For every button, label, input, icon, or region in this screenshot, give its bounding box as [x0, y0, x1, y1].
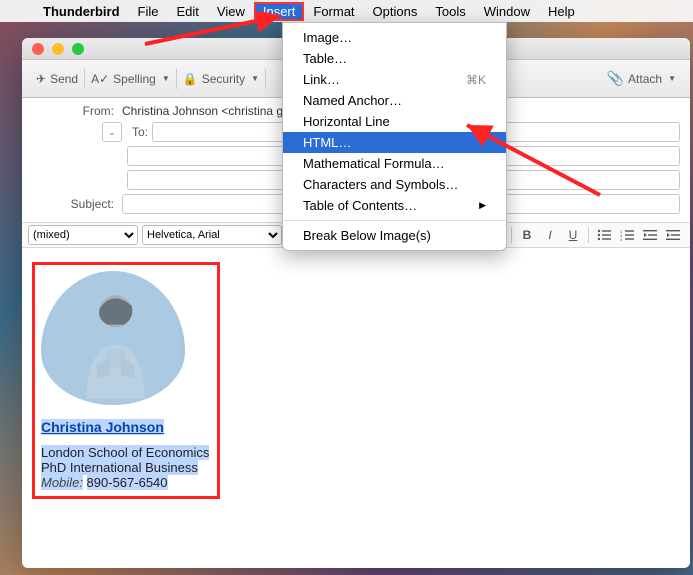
- menu-view[interactable]: View: [208, 2, 254, 21]
- menu-file[interactable]: File: [129, 2, 168, 21]
- window-close-icon[interactable]: [32, 43, 44, 55]
- window-minimize-icon[interactable]: [52, 43, 64, 55]
- menu-item-table-of-contents[interactable]: Table of Contents…▶: [283, 195, 506, 216]
- submenu-arrow-icon: ▶: [479, 200, 486, 211]
- chevron-down-icon: ▼: [162, 74, 170, 83]
- menu-item-break-below-images[interactable]: Break Below Image(s): [283, 225, 506, 246]
- outdent-button[interactable]: [639, 225, 661, 245]
- menu-options[interactable]: Options: [364, 2, 427, 21]
- indent-button[interactable]: [662, 225, 684, 245]
- menu-item-characters-symbols[interactable]: Characters and Symbols…: [283, 174, 506, 195]
- chevron-down-icon: ▼: [251, 74, 259, 83]
- annotation-highlight-box: Christina Johnson London School of Econo…: [32, 262, 220, 499]
- subject-label: Subject:: [32, 197, 122, 211]
- menu-separator: [283, 220, 506, 221]
- menu-item-named-anchor[interactable]: Named Anchor…: [283, 90, 506, 111]
- menu-edit[interactable]: Edit: [168, 2, 208, 21]
- menu-window[interactable]: Window: [475, 2, 539, 21]
- attach-button[interactable]: 📎 Attach ▼: [601, 67, 682, 90]
- to-field-selector[interactable]: ⌄: [102, 122, 122, 142]
- signature-avatar: [41, 271, 185, 405]
- paperclip-icon: 📎: [607, 70, 624, 87]
- lock-icon: 🔒: [183, 72, 198, 86]
- window-zoom-icon[interactable]: [72, 43, 84, 55]
- signature-mobile-label: Mobile:: [41, 475, 83, 490]
- spelling-button[interactable]: A✓ Spelling ▼: [85, 69, 177, 89]
- signature-name: Christina Johnson: [41, 419, 164, 435]
- svg-text:3: 3: [620, 237, 623, 241]
- bold-button[interactable]: B: [516, 225, 538, 245]
- from-label: From:: [32, 104, 122, 118]
- menu-format[interactable]: Format: [304, 2, 363, 21]
- italic-button[interactable]: I: [539, 225, 561, 245]
- chevron-down-icon: ▼: [668, 74, 676, 83]
- app-name[interactable]: Thunderbird: [34, 4, 129, 19]
- signature-line-2: PhD International Business: [41, 460, 198, 475]
- insert-dropdown: Image… Table… Link…⌘K Named Anchor… Hori…: [282, 22, 507, 251]
- spellcheck-icon: A✓: [91, 72, 109, 86]
- security-button[interactable]: 🔒 Security ▼: [177, 69, 266, 89]
- menu-item-html[interactable]: HTML…: [283, 132, 506, 153]
- compose-body[interactable]: Christina Johnson London School of Econo…: [22, 248, 690, 568]
- bullet-list-button[interactable]: [593, 225, 615, 245]
- menu-help[interactable]: Help: [539, 2, 584, 21]
- send-button[interactable]: ✈ Send: [30, 69, 85, 89]
- menu-item-horizontal-line[interactable]: Horizontal Line: [283, 111, 506, 132]
- menu-item-image[interactable]: Image…: [283, 27, 506, 48]
- font-family-select[interactable]: Helvetica, Arial: [142, 225, 282, 245]
- paragraph-style-select[interactable]: (mixed): [28, 225, 138, 245]
- menu-insert[interactable]: Insert: [254, 2, 305, 21]
- signature-mobile-value: 890-567-6540: [87, 475, 168, 490]
- email-signature: Christina Johnson London School of Econo…: [41, 271, 209, 490]
- send-icon: ✈: [36, 72, 46, 86]
- to-label: To:: [132, 125, 152, 139]
- menu-tools[interactable]: Tools: [426, 2, 474, 21]
- numbered-list-button[interactable]: 123: [616, 225, 638, 245]
- menu-item-math-formula[interactable]: Mathematical Formula…: [283, 153, 506, 174]
- signature-line-1: London School of Economics: [41, 445, 209, 460]
- underline-button[interactable]: U: [562, 225, 584, 245]
- menu-item-table[interactable]: Table…: [283, 48, 506, 69]
- menu-item-link[interactable]: Link…⌘K: [283, 69, 506, 90]
